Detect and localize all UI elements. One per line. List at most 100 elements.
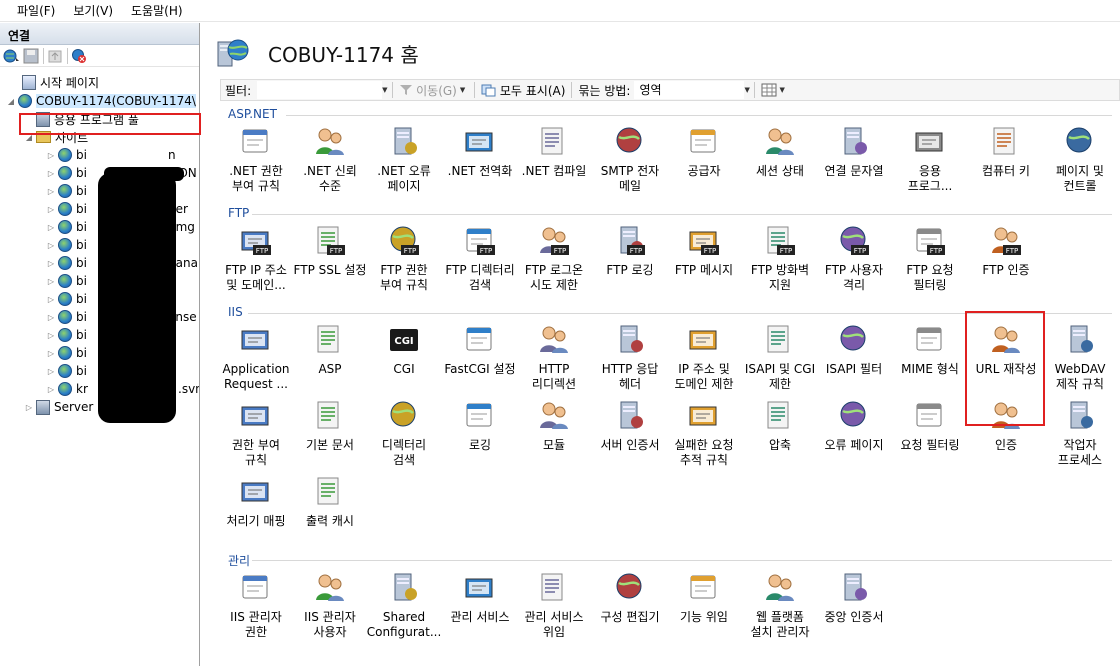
aspnet-feature-tile[interactable]: 세션 상태 bbox=[742, 121, 818, 211]
iis-feature-tile[interactable]: 모듈 bbox=[516, 395, 592, 485]
iis-feature-tile[interactable]: 압축 bbox=[742, 395, 818, 485]
menu-view[interactable]: 보기(V) bbox=[64, 2, 122, 19]
manage-feature-tile[interactable]: Shared Configurat... bbox=[366, 567, 442, 657]
aspnet-feature-tile[interactable]: 페이지 및 컨트롤 bbox=[1042, 121, 1118, 211]
manage-feature-tile[interactable]: 기능 위임 bbox=[666, 567, 742, 657]
collapse-arrow-icon[interactable]: ◢ bbox=[6, 97, 16, 106]
iis-feature-tile[interactable]: 출력 캐시 bbox=[292, 471, 368, 561]
iis-feature-tile[interactable]: 요청 필터링 bbox=[892, 395, 968, 485]
tree-site-item[interactable]: ▷ bi nana bbox=[46, 254, 198, 272]
tile-label: WebDAV 제작 규칙 bbox=[1054, 362, 1106, 391]
tree-site-item[interactable]: ▷ bi ense bbox=[46, 308, 197, 326]
expand-arrow-icon[interactable]: ▷ bbox=[46, 367, 56, 376]
expand-arrow-icon[interactable]: ▷ bbox=[46, 241, 56, 250]
tree-site-item[interactable]: ▷ bi nmg bbox=[46, 218, 195, 236]
tree-site-item[interactable]: ▷ kr .svn bbox=[46, 380, 199, 398]
expand-arrow-icon[interactable]: ▷ bbox=[46, 259, 56, 268]
tree-site-item[interactable]: ▷bip bbox=[46, 182, 176, 200]
expand-arrow-icon[interactable]: ▷ bbox=[24, 403, 34, 412]
aspnet-feature-tile[interactable]: .NET 전역화 bbox=[442, 121, 518, 211]
disconnect-icon[interactable] bbox=[71, 48, 88, 64]
iis-feature-tile[interactable]: 작업자 프로세스 bbox=[1042, 395, 1118, 485]
manage-feature-tile[interactable]: 중앙 인증서 bbox=[816, 567, 892, 657]
expand-arrow-icon[interactable]: ▷ bbox=[46, 331, 56, 340]
menu-file[interactable]: 파일(F) bbox=[8, 2, 64, 19]
expand-arrow-icon[interactable]: ▷ bbox=[46, 205, 56, 214]
groupby-select[interactable]: 영역 bbox=[634, 81, 745, 99]
filter-bar: 필터: ▼ 이동(G) ▼ 모두 표시(A) 묶는 방법: 영역 ▼ ▼ bbox=[220, 79, 1120, 101]
expand-arrow-icon[interactable]: ▷ bbox=[46, 277, 56, 286]
ftp-feature-tile[interactable]: FTP FTP 사용자 격리 bbox=[816, 220, 892, 310]
ftp-feature-tile[interactable]: FTP FTP 요청 필터링 bbox=[892, 220, 968, 310]
ftp-feature-tile[interactable]: FTP FTP 디렉터리 검색 bbox=[442, 220, 518, 310]
iis-feature-icon bbox=[837, 399, 871, 433]
manage-feature-tile[interactable]: 관리 서비스 bbox=[442, 567, 518, 657]
iis-feature-tile[interactable]: 실패한 요청 추적 규칙 bbox=[666, 395, 742, 485]
expand-arrow-icon[interactable]: ▷ bbox=[46, 223, 56, 232]
tree-start-page[interactable]: 시작 페이지 bbox=[10, 73, 99, 91]
aspnet-feature-icon bbox=[313, 125, 347, 159]
save-icon[interactable] bbox=[23, 48, 40, 64]
filter-input[interactable] bbox=[257, 81, 383, 99]
manage-feature-tile[interactable]: IIS 관리자 권한 bbox=[218, 567, 294, 657]
expand-arrow-icon[interactable]: ▷ bbox=[46, 295, 56, 304]
expand-arrow-icon[interactable]: ▷ bbox=[46, 151, 56, 160]
chevron-down-icon[interactable]: ▼ bbox=[744, 86, 752, 94]
ftp-feature-tile[interactable]: FTP FTP 방화벽 지원 bbox=[742, 220, 818, 310]
ftp-feature-tile[interactable]: FTP FTP 인증 bbox=[968, 220, 1044, 310]
iis-feature-tile[interactable]: 처리기 매핑 bbox=[218, 471, 294, 561]
aspnet-feature-tile[interactable]: 공급자 bbox=[666, 121, 742, 211]
go-button[interactable]: 이동(G) ▼ bbox=[395, 80, 472, 100]
ftp-feature-tile[interactable]: FTP FTP 권한 부여 규칙 bbox=[366, 220, 442, 310]
tree-server[interactable]: ◢ COBUY-1174(COBUY-1174\ bbox=[6, 92, 196, 110]
aspnet-feature-tile[interactable]: 컴퓨터 키 bbox=[968, 121, 1044, 211]
iis-feature-icon bbox=[313, 475, 347, 509]
aspnet-feature-icon bbox=[763, 125, 797, 159]
tile-label: 실패한 요청 추적 규칙 bbox=[674, 438, 734, 467]
aspnet-feature-tile[interactable]: 연결 문자열 bbox=[816, 121, 892, 211]
ftp-feature-tile[interactable]: FTP FTP 메시지 bbox=[666, 220, 742, 310]
tree-site-item[interactable]: ▷ bi bbox=[46, 344, 87, 362]
chevron-down-icon[interactable]: ▼ bbox=[382, 86, 390, 94]
aspnet-feature-tile[interactable]: .NET 신뢰 수준 bbox=[292, 121, 368, 211]
aspnet-feature-tile[interactable]: .NET 컴파일 bbox=[516, 121, 592, 211]
up-level-icon[interactable] bbox=[47, 48, 64, 64]
iis-feature-tile[interactable]: 오류 페이지 bbox=[816, 395, 892, 485]
chevron-down-icon[interactable]: ▼ bbox=[460, 86, 468, 94]
ftp-feature-tile[interactable]: FTP FTP 로깅 bbox=[592, 220, 668, 310]
tree-site-item[interactable]: ▷ bi bbox=[46, 326, 87, 344]
ftp-feature-tile[interactable]: FTP FTP SSL 설정 bbox=[292, 220, 368, 310]
manage-feature-tile[interactable]: 웹 플랫폼 설치 관리자 bbox=[742, 567, 818, 657]
iis-feature-tile[interactable]: 디렉터리 검색 bbox=[366, 395, 442, 485]
aspnet-feature-tile[interactable]: SMTP 전자 메일 bbox=[592, 121, 668, 211]
tree-site-item[interactable]: ▷ bi bbox=[46, 362, 87, 380]
iis-feature-tile[interactable]: 로깅 bbox=[442, 395, 518, 485]
connect-globe-icon[interactable] bbox=[3, 48, 20, 64]
expand-arrow-icon[interactable]: ▷ bbox=[46, 187, 56, 196]
view-mode-button[interactable]: ▼ bbox=[757, 80, 791, 100]
expand-arrow-icon[interactable]: ▷ bbox=[46, 349, 56, 358]
iis-feature-tile[interactable]: 서버 인증서 bbox=[592, 395, 668, 485]
manage-feature-tile[interactable]: 관리 서비스 위임 bbox=[516, 567, 592, 657]
ftp-feature-tile[interactable]: FTP FTP IP 주소 및 도메인... bbox=[218, 220, 294, 310]
tree-site-item[interactable]: ▷ bi bbox=[46, 290, 87, 308]
show-all-button[interactable]: 모두 표시(A) bbox=[477, 80, 570, 100]
site-globe-icon bbox=[58, 202, 72, 216]
tree-site-item[interactable]: ▷ bi bbox=[46, 272, 87, 290]
expand-arrow-icon[interactable]: ▷ bbox=[46, 169, 56, 178]
aspnet-feature-tile[interactable]: .NET 권한 부여 규칙 bbox=[218, 121, 294, 211]
tree-site-item[interactable]: ▷ bi bbox=[46, 236, 87, 254]
aspnet-feature-tile[interactable]: 응용 프로그... bbox=[892, 121, 968, 211]
expand-arrow-icon[interactable]: ▷ bbox=[46, 313, 56, 322]
ftp-feature-tile[interactable]: FTP FTP 로그온 시도 제한 bbox=[516, 220, 592, 310]
tree-site-item[interactable]: ▷ bi n bbox=[46, 146, 176, 164]
chevron-down-icon[interactable]: ▼ bbox=[779, 86, 787, 94]
tree-site-item[interactable]: ▷biMON bbox=[46, 164, 197, 182]
expand-arrow-icon[interactable]: ▷ bbox=[46, 385, 56, 394]
aspnet-feature-tile[interactable]: .NET 오류 페이지 bbox=[366, 121, 442, 211]
badge-text: FTP bbox=[404, 247, 416, 255]
menu-help[interactable]: 도움말(H) bbox=[122, 2, 192, 19]
manage-feature-tile[interactable]: IIS 관리자 사용자 bbox=[292, 567, 368, 657]
manage-feature-tile[interactable]: 구성 편집기 bbox=[592, 567, 668, 657]
tree-site-item[interactable]: ▷ bi ger bbox=[46, 200, 188, 218]
